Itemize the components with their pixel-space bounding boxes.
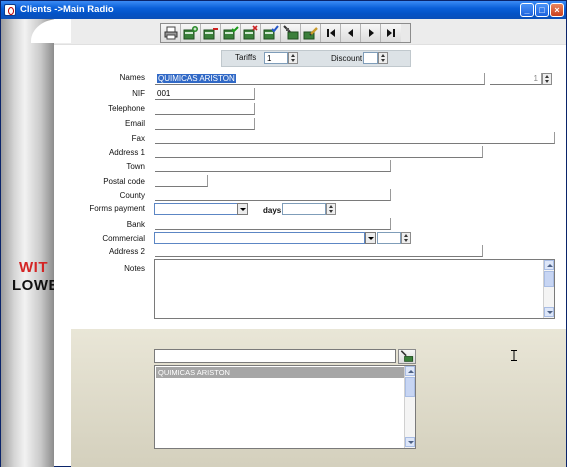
record-toolbar [160, 23, 411, 43]
nif-label: NIF [132, 89, 145, 98]
names-value: QUIMICAS ARISTON [157, 74, 236, 83]
app-icon[interactable] [4, 4, 16, 16]
logo-lowe-text: LOWE [12, 277, 59, 294]
delete-record-icon[interactable] [201, 24, 221, 42]
names-input[interactable]: QUIMICAS ARISTON [155, 73, 485, 85]
names-counter-spinner[interactable] [542, 73, 552, 85]
search-icon[interactable] [398, 349, 416, 364]
commercial-code-input[interactable] [377, 232, 401, 244]
search-input[interactable] [154, 349, 396, 363]
next-record-icon[interactable] [361, 24, 381, 42]
town-input[interactable] [155, 160, 391, 172]
forms-payment-label: Forms payment [89, 204, 145, 213]
bank-input[interactable] [155, 218, 391, 230]
email-label: Email [124, 119, 145, 128]
results-scrollbar[interactable] [404, 366, 415, 448]
telephone-input[interactable] [155, 103, 255, 115]
find-record-icon[interactable] [281, 24, 301, 42]
edit-record-icon[interactable] [301, 24, 321, 42]
forms-payment-dropdown-button[interactable] [237, 203, 248, 215]
commercial-select[interactable] [154, 232, 365, 244]
title-bar[interactable]: Clients ->Main Radio _ □ × [1, 1, 566, 19]
notes-scroll-thumb[interactable] [544, 271, 554, 287]
print-icon[interactable] [161, 24, 181, 42]
client-window: Clients ->Main Radio _ □ × WIT LOWE Tari… [0, 0, 567, 467]
minimize-button[interactable]: _ [520, 3, 534, 17]
nif-input[interactable]: 001 [155, 88, 255, 100]
forms-payment-select[interactable] [154, 203, 238, 215]
days-input[interactable] [282, 203, 326, 215]
telephone-label: Telephone [108, 104, 145, 113]
close-button[interactable]: × [550, 3, 564, 17]
first-record-icon[interactable] [321, 24, 341, 42]
previous-record-icon[interactable] [341, 24, 361, 42]
results-list: QUIMICAS ARISTON [154, 365, 416, 449]
discount-spinner[interactable] [378, 52, 388, 64]
discount-label: Discount [331, 54, 363, 63]
last-record-icon[interactable] [381, 24, 401, 42]
county-label: County [119, 191, 145, 200]
fax-label: Fax [131, 134, 145, 143]
notes-scroll-down-icon[interactable] [544, 307, 554, 317]
days-label: days [263, 206, 282, 215]
results-scroll-thumb[interactable] [405, 377, 415, 397]
list-item[interactable]: QUIMICAS ARISTON [156, 367, 405, 378]
discount-input[interactable] [363, 52, 378, 64]
days-spinner[interactable] [326, 203, 336, 215]
tariffs-spinner[interactable] [288, 52, 298, 64]
fax-input[interactable] [155, 132, 555, 144]
results-scroll-up-icon[interactable] [405, 366, 415, 376]
town-label: Town [126, 162, 145, 171]
confirm-record-icon[interactable] [221, 24, 241, 42]
address1-label: Address 1 [108, 148, 145, 157]
add-record-icon[interactable] [181, 24, 201, 42]
save-record-icon[interactable] [261, 24, 281, 42]
tariffs-input[interactable]: 1 [264, 52, 288, 64]
postal-code-input[interactable] [155, 175, 208, 187]
notes-scrollbar[interactable] [543, 260, 554, 318]
commercial-label: Commercial [102, 234, 145, 243]
results-scroll-down-icon[interactable] [405, 437, 415, 447]
notes-label: Notes [124, 264, 145, 273]
address2-label: Address 2 [108, 247, 145, 256]
notes-scroll-up-icon[interactable] [544, 260, 554, 270]
logo-panel [1, 19, 54, 467]
cancel-record-icon[interactable] [241, 24, 261, 42]
email-input[interactable] [155, 118, 255, 130]
address1-input[interactable] [155, 146, 483, 158]
commercial-dropdown-button[interactable] [365, 232, 376, 244]
bank-label: Bank [126, 220, 145, 229]
tariffs-label: Tariffs [235, 53, 257, 62]
address2-input[interactable] [155, 245, 483, 257]
text-cursor-icon [511, 350, 517, 361]
notes-textarea[interactable] [154, 259, 555, 319]
window-title: Clients ->Main Radio [20, 4, 114, 15]
logo-wit-text: WIT [19, 259, 48, 276]
commercial-code-spinner[interactable] [401, 232, 411, 244]
maximize-button[interactable]: □ [535, 3, 549, 17]
names-counter-input[interactable]: 1 [490, 73, 542, 85]
county-input[interactable] [155, 189, 391, 201]
names-label: Names [119, 73, 145, 82]
postal-code-label: Postal code [103, 177, 145, 186]
